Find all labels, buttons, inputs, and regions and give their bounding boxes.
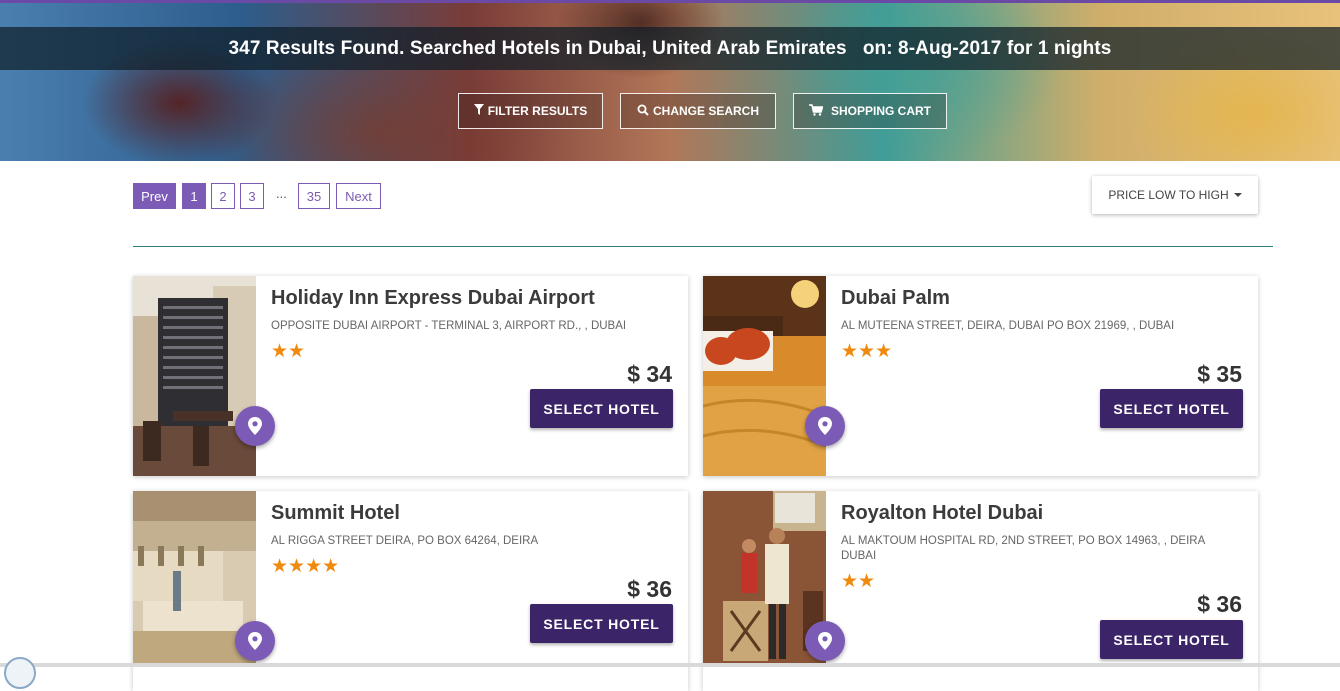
- shopping-cart-label: SHOPPING CART: [830, 104, 931, 118]
- page-button-3[interactable]: 3: [240, 183, 264, 209]
- hotel-card: Royalton Hotel Dubai AL MAKTOUM HOSPITAL…: [703, 491, 1258, 691]
- map-marker-icon: [818, 632, 832, 650]
- hotel-card: Holiday Inn Express Dubai Airport OPPOSI…: [133, 276, 688, 476]
- map-pin-button[interactable]: [805, 621, 845, 661]
- select-hotel-button[interactable]: SELECT HOTEL: [530, 604, 673, 643]
- divider: [133, 246, 1273, 247]
- prev-page-button[interactable]: Prev: [133, 183, 176, 209]
- sort-dropdown[interactable]: PRICE LOW TO HIGH: [1092, 176, 1258, 214]
- filter-results-button[interactable]: FILTER RESULTS: [458, 93, 603, 129]
- hotel-address: AL MAKTOUM HOSPITAL RD, 2ND STREET, PO B…: [841, 535, 1205, 562]
- results-summary-bar: 347 Results Found. Searched Hotels in Du…: [0, 27, 1340, 70]
- hotel-address: AL RIGGA STREET DEIRA, PO BOX 64264, DEI…: [271, 535, 539, 547]
- star-rating: ★★★★: [271, 556, 340, 577]
- star-rating: ★★★: [841, 341, 893, 362]
- sort-label: PRICE LOW TO HIGH: [1108, 188, 1229, 202]
- results-summary-title: 347 Results Found. Searched Hotels in Du…: [228, 37, 1112, 59]
- shopping-cart-button[interactable]: SHOPPING CART: [793, 93, 947, 129]
- bottom-taskbar-edge: [0, 663, 1340, 667]
- select-hotel-button[interactable]: SELECT HOTEL: [1100, 389, 1243, 428]
- map-pin-button[interactable]: [235, 621, 275, 661]
- caret-down-icon: [1233, 193, 1242, 197]
- hotel-name[interactable]: Summit Hotel: [271, 502, 400, 525]
- map-pin-button[interactable]: [235, 406, 275, 446]
- hotel-name[interactable]: Dubai Palm: [841, 287, 950, 310]
- change-search-button[interactable]: CHANGE SEARCH: [620, 93, 776, 129]
- map-marker-icon: [248, 417, 262, 435]
- search-icon: [637, 104, 649, 119]
- hotel-photo[interactable]: [133, 276, 256, 476]
- map-marker-icon: [818, 417, 832, 435]
- star-rating: ★★: [841, 571, 876, 592]
- map-marker-icon: [248, 632, 262, 650]
- star-rating: ★★: [271, 341, 306, 362]
- hotel-photo[interactable]: [133, 491, 256, 691]
- hotel-photo[interactable]: [703, 276, 826, 476]
- pagination-ellipsis: ...: [276, 186, 287, 201]
- hotel-price: $ 35: [1197, 361, 1242, 387]
- hotel-address: AL MUTEENA STREET, DEIRA, DUBAI PO BOX 2…: [841, 320, 1175, 332]
- filter-icon: [473, 104, 484, 118]
- page-button-1[interactable]: 1: [182, 183, 206, 209]
- hotel-name[interactable]: Royalton Hotel Dubai: [841, 502, 1043, 525]
- select-hotel-button[interactable]: SELECT HOTEL: [530, 389, 673, 428]
- hotel-price: $ 34: [627, 361, 672, 387]
- filter-results-label: FILTER RESULTS: [487, 104, 588, 118]
- cart-icon: [808, 103, 824, 119]
- hotel-card: Dubai Palm AL MUTEENA STREET, DEIRA, DUB…: [703, 276, 1258, 476]
- change-search-label: CHANGE SEARCH: [652, 104, 759, 118]
- next-page-button[interactable]: Next: [336, 183, 381, 209]
- hotel-price: $ 36: [1197, 591, 1242, 617]
- page-button-35[interactable]: 35: [298, 183, 330, 209]
- hotel-price: $ 36: [627, 576, 672, 602]
- hotel-card: Summit Hotel AL RIGGA STREET DEIRA, PO B…: [133, 491, 688, 691]
- hero-banner: 347 Results Found. Searched Hotels in Du…: [0, 3, 1340, 161]
- start-icon[interactable]: [4, 657, 36, 689]
- select-hotel-button[interactable]: SELECT HOTEL: [1100, 620, 1243, 659]
- hotel-photo[interactable]: [703, 491, 826, 691]
- page-button-2[interactable]: 2: [211, 183, 235, 209]
- hotel-address: OPPOSITE DUBAI AIRPORT - TERMINAL 3, AIR…: [271, 320, 627, 332]
- hotel-name[interactable]: Holiday Inn Express Dubai Airport: [271, 287, 595, 310]
- map-pin-button[interactable]: [805, 406, 845, 446]
